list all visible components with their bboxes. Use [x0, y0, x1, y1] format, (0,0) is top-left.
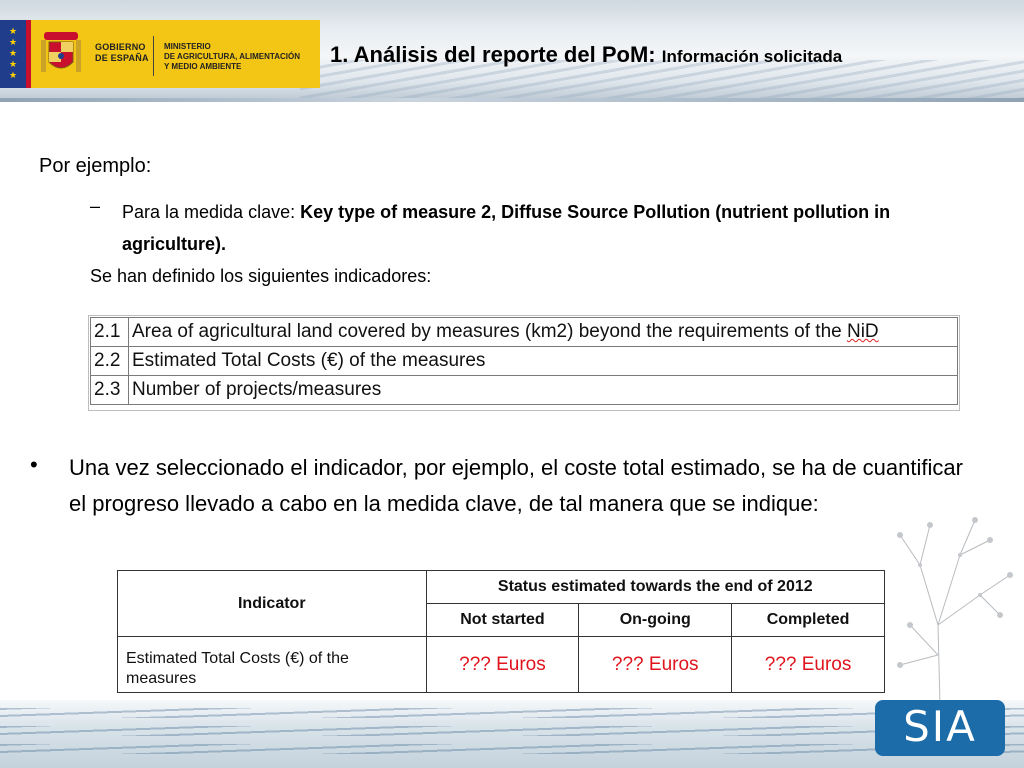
ministry-name: MINISTERIO DE AGRICULTURA, ALIMENTACIÓN …: [164, 42, 300, 71]
medida-clave-text: Para la medida clave: Key type of measur…: [122, 202, 891, 254]
header-divider: [0, 98, 1024, 102]
footer-waves: [0, 700, 1024, 768]
slide-subtitle: Información solicitada: [661, 47, 843, 66]
header-banner: ★ ★ ★ ★ ★ GOBIERNO DE ESPAÑA MINISTERIO DE A…: [0, 0, 1024, 102]
table-row: 2.2 Estimated Total Costs (€) of the mea…: [90, 346, 958, 376]
flag-red-strip: [26, 20, 31, 88]
indicator-text: Number of projects/measures: [128, 375, 958, 405]
dash-bullet: –: [90, 196, 101, 216]
sia-logo-text: SIA: [903, 702, 977, 751]
gov-separator: [153, 36, 154, 76]
row-label: Estimated Total Costs (€) of the measure…: [117, 636, 427, 693]
value-not-started: ??? Euros: [425, 636, 580, 693]
plant-decoration-icon: [897, 517, 1013, 705]
value-completed: ??? Euros: [731, 636, 885, 693]
value-on-going: ??? Euros: [578, 636, 733, 693]
table-row: 2.1 Area of agricultural land covered by…: [90, 317, 958, 347]
government-logo-block: ★ ★ ★ ★ ★ GOBIERNO DE ESPAÑA MINISTERIO DE A…: [0, 20, 320, 88]
col-on-going: On-going: [578, 603, 733, 637]
indicator-header: Indicator: [117, 570, 427, 637]
indicators-intro: Se han definido los siguientes indicador…: [90, 266, 432, 286]
eu-flag-icon: ★ ★ ★ ★ ★: [0, 20, 26, 88]
status-header: Status estimated towards the end of 2012: [425, 570, 886, 604]
slide-title: 1. Análisis del reporte del PoM: Informa…: [330, 42, 843, 67]
spellcheck-word: NiD: [846, 321, 879, 342]
indicator-text: Estimated Total Costs (€) of the measure…: [128, 346, 958, 376]
indicator-number: 2.3: [90, 375, 129, 405]
sia-logo: SIA: [875, 700, 1005, 756]
footer-wave: [0, 744, 1024, 754]
table-row: Estimated Total Costs (€) of the measure…: [117, 636, 885, 693]
col-not-started: Not started: [425, 603, 580, 637]
indicator-number: 2.2: [90, 346, 129, 376]
indicator-number: 2.1: [90, 317, 129, 347]
bullet-point: •: [30, 452, 38, 477]
footer-wave: [0, 726, 1024, 736]
por-ejemplo-heading: Por ejemplo:: [39, 155, 152, 177]
indicators-table: 2.1 Area of agricultural land covered by…: [90, 317, 958, 405]
footer-wave: [0, 708, 1024, 718]
status-table: Indicator Status estimated towards the e…: [117, 570, 886, 693]
progress-explanation: Una vez seleccionado el indicador, por e…: [69, 455, 963, 516]
table-row: 2.3 Number of projects/measures: [90, 375, 958, 405]
coat-of-arms-icon: [41, 32, 81, 72]
indicator-text: Area of agricultural land covered by mea…: [128, 317, 958, 347]
gov-name: GOBIERNO DE ESPAÑA: [95, 42, 149, 63]
col-completed: Completed: [731, 603, 885, 637]
